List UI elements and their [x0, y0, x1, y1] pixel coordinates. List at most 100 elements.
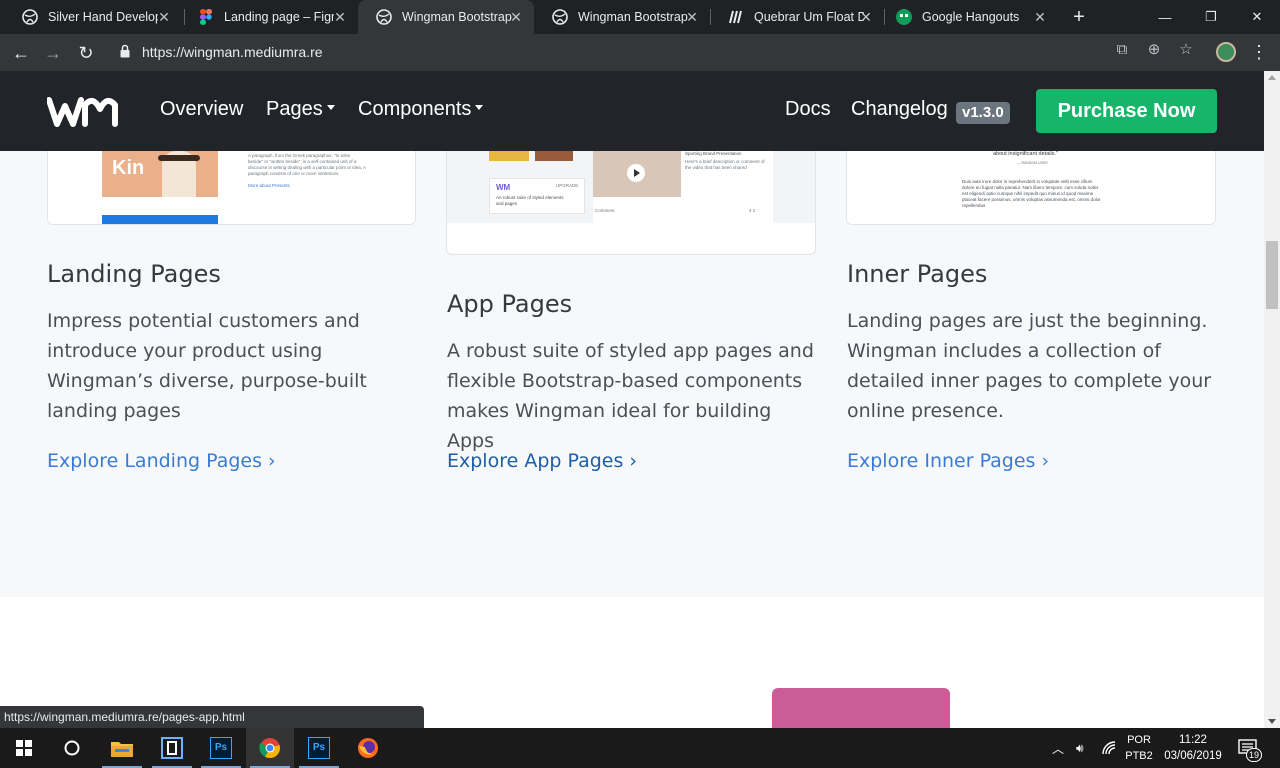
browser-tab-active[interactable]: Wingman Bootstrap ✕ — [358, 0, 534, 34]
browser-tab[interactable]: Wingman Bootstrap ✕ — [534, 0, 710, 34]
preview-paragraph: A paragraph, from the Greek paragraphos,… — [248, 153, 366, 176]
page-viewport: Overview Pages Components Docs Changelog… — [0, 71, 1264, 728]
address-bar[interactable]: https://wingman.mediumra.re — [108, 37, 1200, 67]
new-tab-button[interactable]: + — [1068, 6, 1090, 28]
nav-docs[interactable]: Docs — [785, 98, 831, 121]
version-badge: v1.3.0 — [956, 102, 1010, 124]
explore-landing-pages-link[interactable]: Explore Landing Pages › — [47, 450, 276, 472]
landing-pages-description: Impress potential customers and introduc… — [47, 310, 367, 422]
minimize-icon[interactable]: — — [1142, 0, 1188, 34]
preview-post-caption: Here's a brief description or comment of… — [685, 159, 765, 170]
chrome-icon[interactable] — [246, 728, 294, 768]
nav-components-dropdown[interactable]: Components — [358, 98, 484, 121]
browser-tab-strip: Silver Hand Develop ✕ Landing page – Fig… — [0, 0, 1280, 34]
show-hidden-icons[interactable]: ︿ — [1052, 728, 1064, 768]
close-tab-icon[interactable]: ✕ — [332, 9, 348, 25]
tab-title: Google Hangouts — [922, 10, 1020, 24]
nav-components-label: Components — [358, 98, 472, 120]
figma-icon — [198, 9, 214, 25]
zoom-icon[interactable]: ⊕ — [1144, 40, 1164, 60]
scroll-down-icon[interactable] — [1268, 719, 1276, 724]
search-cortana-icon[interactable] — [48, 728, 96, 768]
browser-tab[interactable]: Silver Hand Develop ✕ — [4, 0, 182, 34]
menu-icon[interactable]: ⋮ — [1250, 40, 1268, 64]
preview-quote: about insignificant details." — [993, 151, 1058, 157]
inner-pages-description: Landing pages are just the beginning. Wi… — [847, 310, 1212, 422]
browser-tab[interactable]: Google Hangouts ✕ — [878, 0, 1058, 34]
forward-arrow-icon[interactable]: → — [40, 40, 66, 66]
app-pages-title: App Pages — [447, 290, 573, 318]
browser-tab[interactable]: Landing page – Figm ✕ — [180, 0, 358, 34]
language-code: POR — [1127, 734, 1151, 746]
file-explorer-icon[interactable] — [98, 728, 146, 768]
inner-pages-preview[interactable]: about insignificant details." — RANDOM U… — [846, 151, 1216, 225]
inner-pages-title: Inner Pages — [847, 260, 988, 288]
tab-title: Wingman Bootstrap — [578, 10, 688, 24]
nav-changelog[interactable]: Changelog — [851, 98, 948, 121]
globe-icon — [376, 9, 392, 25]
close-window-icon[interactable]: ✕ — [1234, 0, 1280, 34]
close-tab-icon[interactable]: ✕ — [508, 9, 524, 25]
clock-date: 03/06/2019 — [1164, 750, 1222, 762]
globe-icon — [552, 9, 568, 25]
tab-title: Landing page – Figm — [224, 10, 334, 24]
preview-card-tag: UPGRADE — [556, 183, 579, 188]
close-tab-icon[interactable]: ✕ — [1032, 9, 1048, 25]
wingman-logo[interactable] — [46, 97, 119, 132]
scroll-up-icon[interactable] — [1268, 75, 1276, 80]
preview-hero-image: Kin — [102, 151, 218, 197]
explore-app-pages-link[interactable]: Explore App Pages › — [447, 450, 637, 472]
preview-thumb-1 — [489, 151, 529, 161]
close-tab-icon[interactable]: ✕ — [684, 9, 700, 25]
keyboard-layout: PTB2 — [1125, 750, 1153, 762]
windows-start-icon[interactable] — [0, 728, 48, 768]
preview-attribution: — RANDOM USER — [1017, 161, 1048, 165]
network-icon[interactable] — [1102, 728, 1118, 768]
preview-post-footer-left: Comment — [595, 208, 615, 213]
nav-overview[interactable]: Overview — [160, 98, 243, 121]
firefox-icon[interactable] — [344, 728, 392, 768]
tab-title: Silver Hand Develop — [48, 10, 158, 24]
photoshop-icon[interactable]: Ps — [295, 728, 343, 768]
preview-blue-bar — [102, 215, 218, 224]
app-window-icon[interactable] — [148, 728, 196, 768]
link-status-bubble: https://wingman.mediumra.re/pages-app.ht… — [0, 706, 424, 728]
bookmark-star-icon[interactable]: ☆ — [1176, 40, 1196, 60]
stripe-icon — [728, 9, 744, 25]
translate-icon[interactable]: ⧉ — [1112, 40, 1132, 60]
preview-info-card: WM UPGRADE An robust suite of styled ele… — [489, 178, 585, 214]
purchase-now-button[interactable]: Purchase Now — [1036, 89, 1217, 133]
close-tab-icon[interactable]: ✕ — [858, 9, 874, 25]
page-scrollbar[interactable] — [1264, 71, 1280, 728]
app-pages-preview[interactable]: WM UPGRADE An robust suite of styled ele… — [446, 151, 816, 255]
explore-inner-pages-link[interactable]: Explore Inner Pages › — [847, 450, 1049, 472]
caret-down-icon — [475, 105, 484, 111]
landing-pages-title: Landing Pages — [47, 260, 221, 288]
profile-avatar[interactable] — [1216, 42, 1236, 62]
browser-tab[interactable]: Quebrar Um Float De ✕ — [710, 0, 884, 34]
preview-post-footer-right: 4 2 — [749, 208, 756, 213]
lock-icon — [120, 44, 130, 63]
scrollbar-thumb[interactable] — [1266, 241, 1278, 309]
reload-icon[interactable]: ↻ — [73, 40, 99, 66]
preview-card-text: An robust suite of styled elements and p… — [496, 195, 564, 206]
volume-icon[interactable]: 🔊︎ — [1076, 728, 1084, 768]
notification-count: 19 — [1246, 748, 1262, 762]
landing-pages-preview[interactable]: Kin A paragraph, from the Greek paragrap… — [47, 151, 416, 225]
preview-wingman-mark: WM — [496, 183, 511, 192]
nav-pages-dropdown[interactable]: Pages — [266, 98, 335, 121]
preview-post-card: Sporting Brand Presentation Here's a bri… — [593, 151, 773, 223]
globe-icon — [22, 9, 38, 25]
input-language[interactable]: POR PTB2 — [1124, 732, 1154, 764]
system-clock[interactable]: 11:22 03/06/2019 — [1162, 732, 1224, 764]
close-tab-icon[interactable]: ✕ — [156, 9, 172, 25]
back-arrow-icon[interactable]: ← — [8, 40, 34, 66]
action-center-icon[interactable]: 19 — [1238, 728, 1262, 768]
app-pages-description: A robust suite of styled app pages and f… — [447, 340, 814, 452]
url-text: https://wingman.mediumra.re — [142, 44, 323, 60]
play-icon — [627, 164, 645, 182]
photoshop-icon[interactable]: Ps — [197, 728, 245, 768]
preview-video-thumb — [593, 151, 681, 197]
pink-feature-block — [772, 688, 950, 728]
restore-icon[interactable]: ❐ — [1188, 0, 1234, 34]
